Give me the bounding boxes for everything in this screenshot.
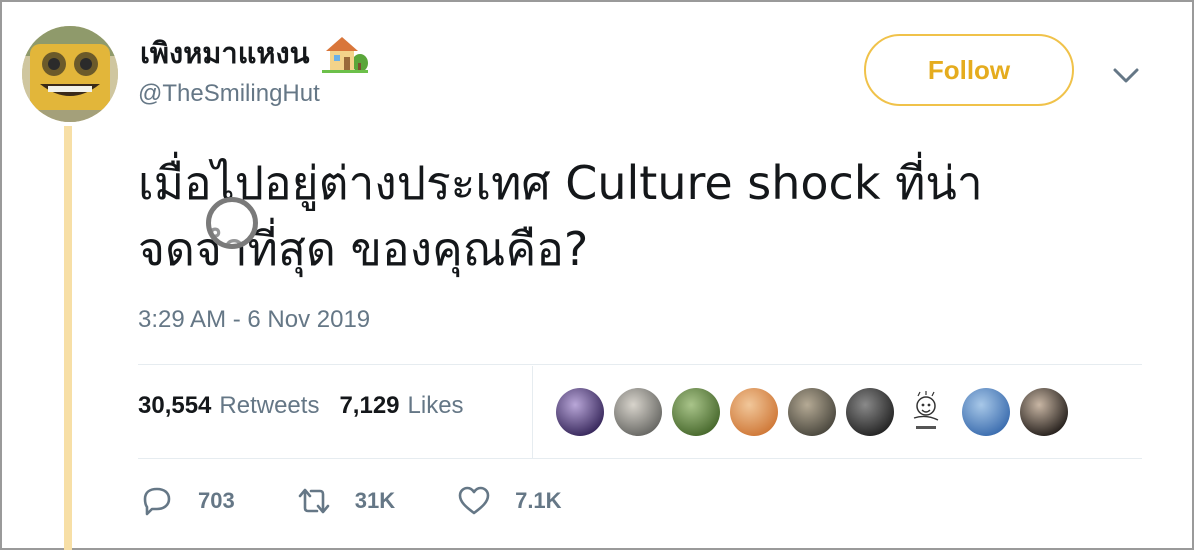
smiling-hut-avatar-image: [22, 26, 118, 122]
touch-cursor-indicator: [206, 197, 258, 249]
liker-avatar[interactable]: [788, 388, 836, 436]
like-count: 7.1K: [515, 488, 562, 513]
engagement-stats: 30,554 Retweets 7,129 Likes: [138, 392, 464, 420]
author-display-name[interactable]: เพิงหมาแหงน: [140, 30, 310, 76]
reply-icon: [143, 487, 171, 516]
likes-label: Likes: [407, 392, 464, 419]
action-bar: 703 31K 7.1K: [140, 484, 562, 518]
liker-avatar[interactable]: [1020, 388, 1068, 436]
retweet-count: 31K: [354, 488, 396, 513]
house-with-garden-icon: [321, 33, 368, 73]
tweet-text-line-1: เมื่อไปอยู่ต่างประเทศ Culture shock ที่น…: [138, 156, 983, 210]
likes-count: 7,129: [339, 392, 400, 419]
liker-avatar[interactable]: [846, 388, 894, 436]
divider-bottom: [138, 458, 1142, 459]
liker-avatar[interactable]: [904, 388, 952, 436]
divider-top: [138, 364, 1142, 365]
like-button[interactable]: 7.1K: [457, 484, 562, 518]
heart-icon: [458, 486, 490, 515]
author-handle[interactable]: @TheSmilingHut: [138, 80, 320, 108]
retweet-icon: [298, 488, 330, 514]
liker-avatar[interactable]: [556, 388, 604, 436]
author-name-row[interactable]: เพิงหมาแหงน: [140, 30, 368, 76]
follow-button[interactable]: Follow: [864, 34, 1074, 106]
likes-stat[interactable]: 7,129 Likes: [339, 392, 463, 420]
liker-avatar[interactable]: [614, 388, 662, 436]
retweet-button[interactable]: 31K: [297, 484, 395, 518]
retweets-stat[interactable]: 30,554 Retweets: [138, 392, 319, 420]
tweet-text-line-2: จดจำที่สุด ของคุณคือ?: [138, 222, 589, 276]
reply-count: 703: [198, 488, 235, 513]
retweets-label: Retweets: [219, 392, 320, 419]
chevron-down-icon[interactable]: [1110, 60, 1142, 90]
retweets-count: 30,554: [138, 392, 212, 419]
liker-avatar[interactable]: [962, 388, 1010, 436]
thread-line: [64, 126, 72, 550]
tweet-text: เมื่อไปอยู่ต่างประเทศ Culture shock ที่น…: [138, 150, 1128, 282]
stats-separator: [532, 366, 533, 458]
reply-button[interactable]: 703: [140, 484, 235, 518]
liker-avatar[interactable]: [730, 388, 778, 436]
liker-avatars: [556, 388, 1068, 436]
tweet-timestamp[interactable]: 3:29 AM - 6 Nov 2019: [138, 306, 370, 334]
author-avatar[interactable]: [22, 26, 118, 122]
liker-avatar[interactable]: [672, 388, 720, 436]
